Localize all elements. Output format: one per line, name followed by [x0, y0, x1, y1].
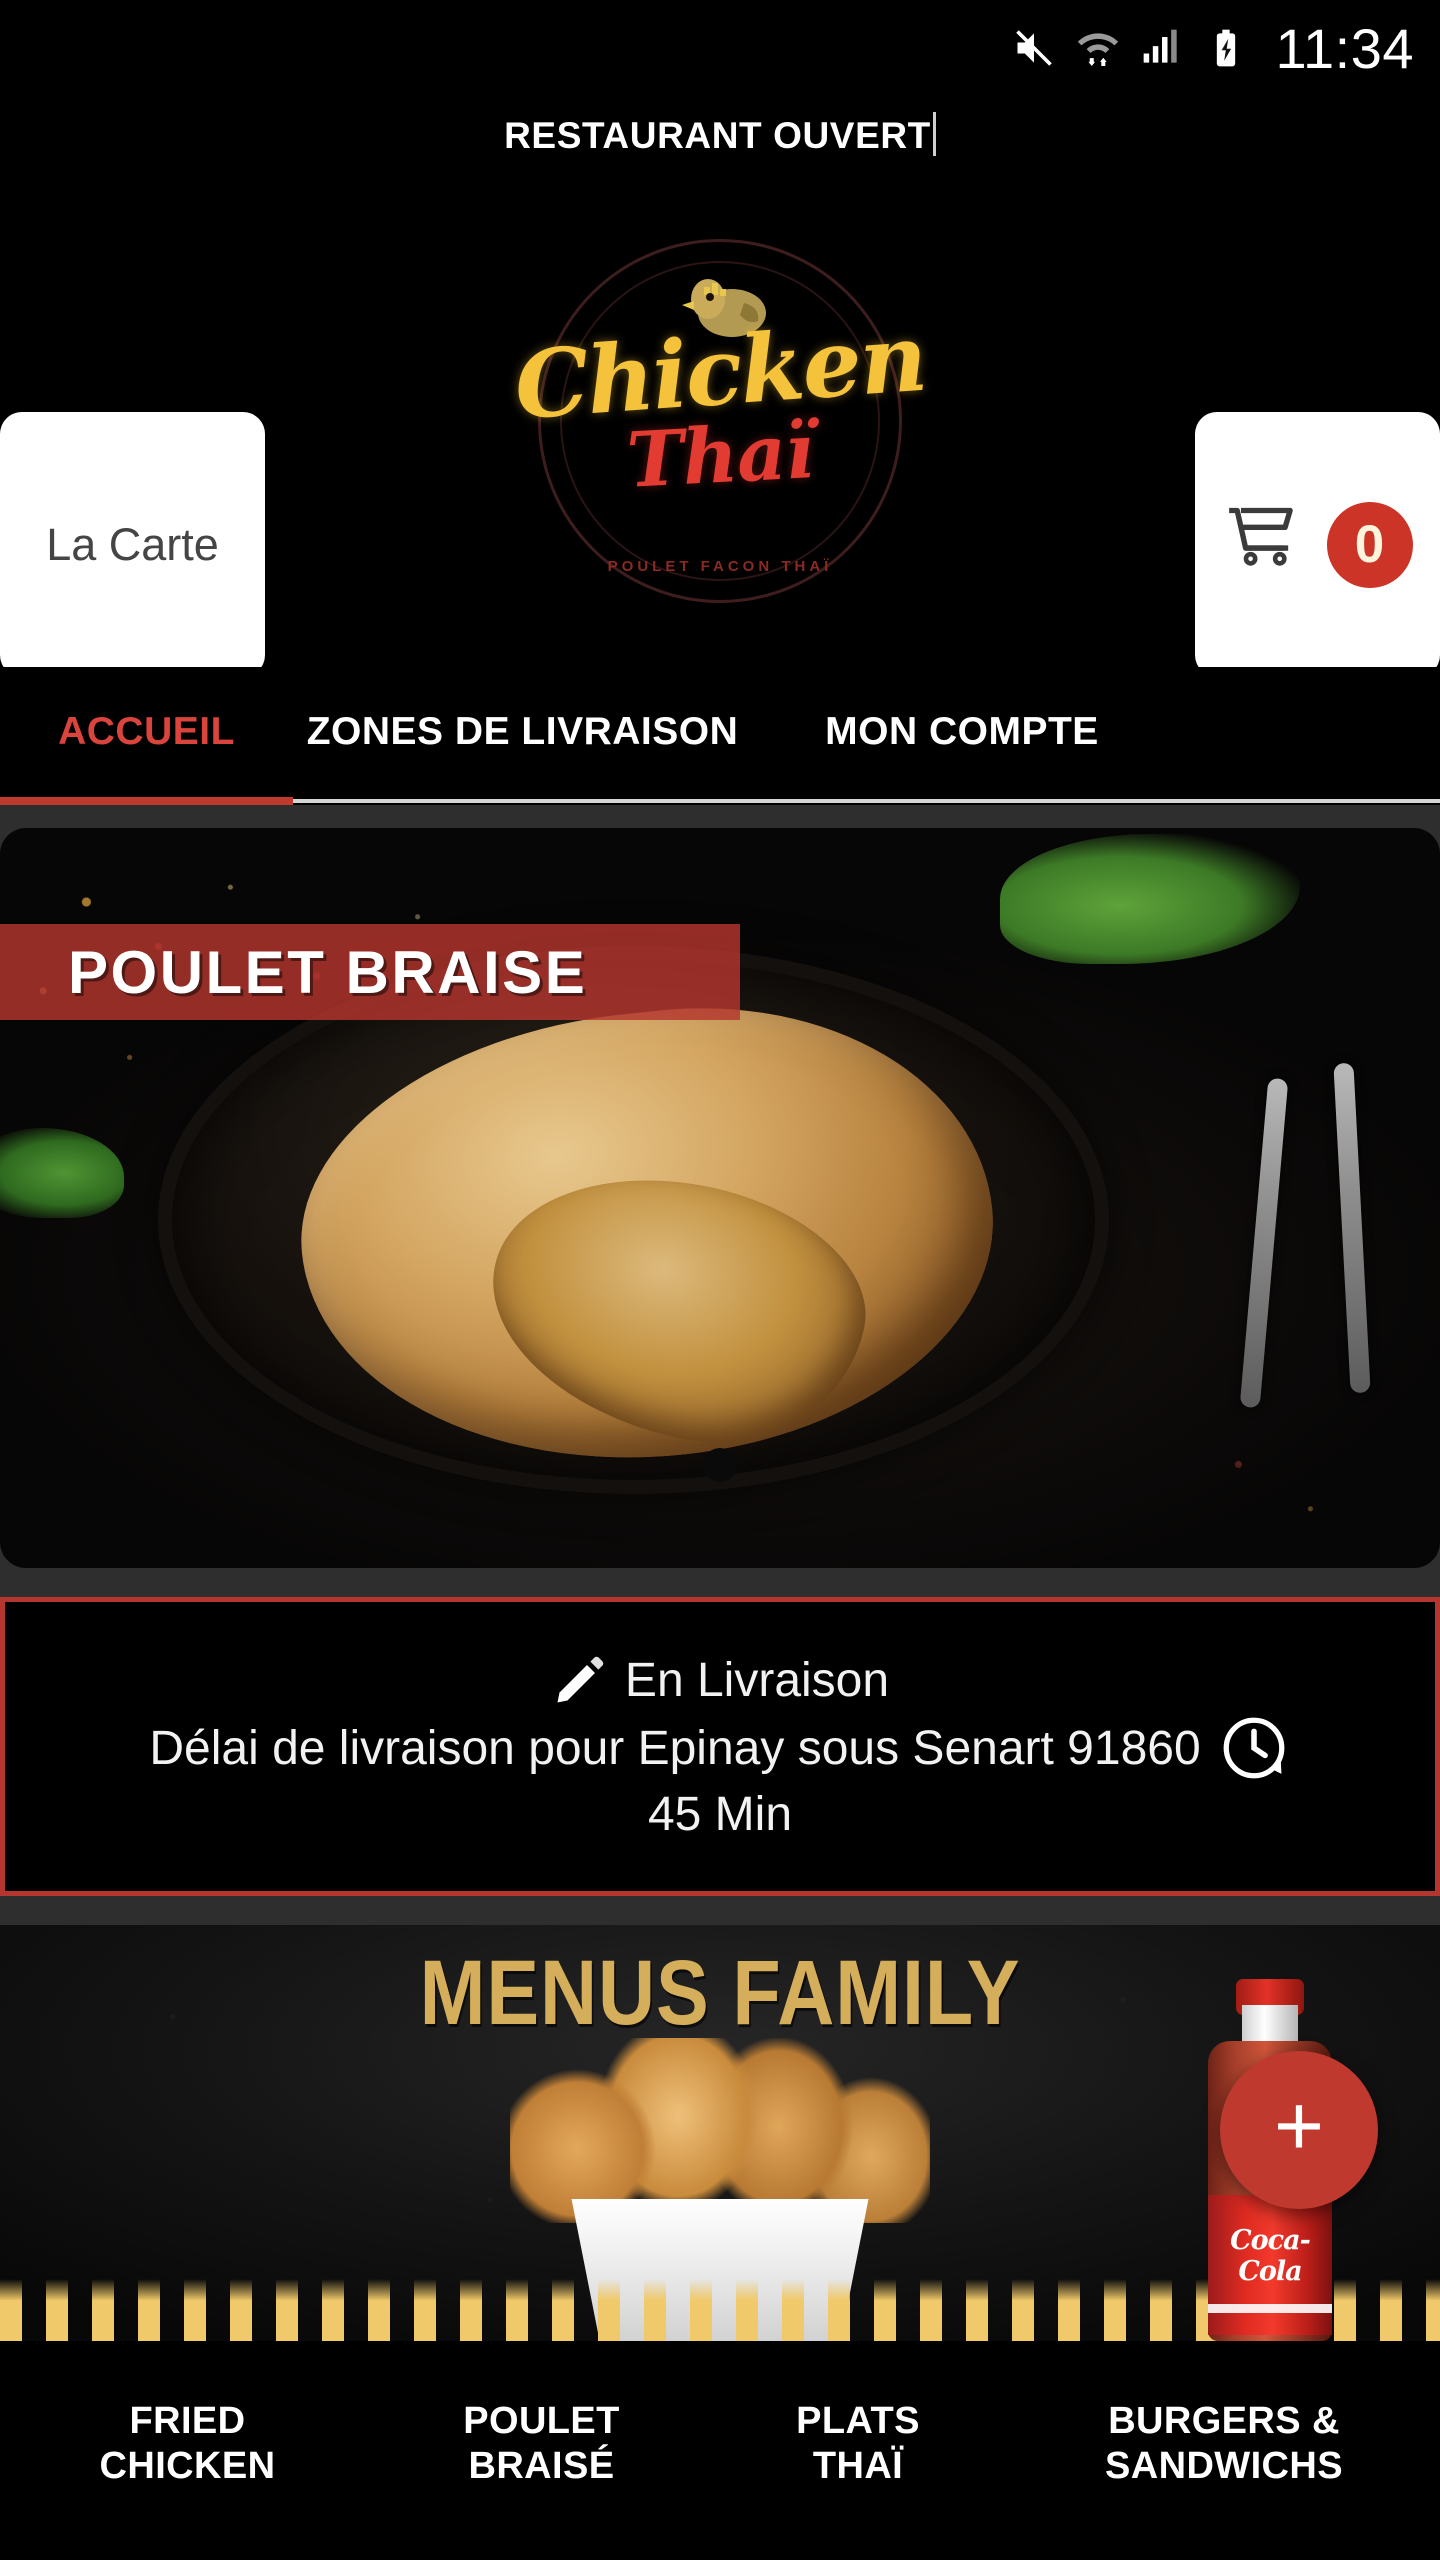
logo-tagline: POULET FACON THAÏ [607, 557, 833, 575]
category-fried-chicken-line2: CHICKEN [99, 2444, 276, 2487]
restaurant-status-text: RESTAURANT OUVERT [504, 115, 931, 156]
category-fried-chicken[interactable]: FRIED CHICKEN [0, 2341, 375, 2489]
delivery-zone-text: Délai de livraison pour Epinay sous Sena… [149, 1721, 1201, 1775]
tab-zones-de-livraison[interactable]: ZONES DE LIVRAISON [293, 667, 752, 797]
hero-title-band: POULET BRAISE [0, 924, 740, 1020]
text-caret-icon [932, 112, 936, 156]
delivery-status-row: En Livraison [5, 1651, 1435, 1709]
tab-active-indicator [0, 797, 293, 805]
cola-brand-script: Coca-Cola [1230, 2225, 1311, 2287]
carousel-page-dot[interactable] [703, 1448, 737, 1482]
restaurant-status-banner: RESTAURANT OUVERT [0, 96, 1440, 176]
category-plats-thai[interactable]: PLATS THAÏ [708, 2341, 1008, 2489]
la-carte-label: La Carte [46, 518, 219, 570]
app-header: Chicken Thaï POULET FACON THAÏ La Carte … [0, 176, 1440, 843]
logo-word-thai: Thaï [624, 405, 816, 505]
brand-logo: Chicken Thaï POULET FACON THAÏ [511, 221, 929, 621]
category-poulet-braise-line2: BRAISÉ [468, 2444, 615, 2487]
app-root: 11:34 RESTAURANT OUVERT Chicken Thaï POU… [0, 0, 1440, 2560]
category-poulet-braise-line1: POULET [463, 2400, 620, 2442]
wifi-icon [1077, 33, 1118, 66]
cart-count-badge: 0 [1326, 501, 1413, 588]
signal-icon [1143, 29, 1177, 63]
status-bar: 11:34 [0, 0, 1440, 96]
promo-title-text: MENUS FAMILY [419, 1942, 1021, 2044]
status-bar-time: 11:34 [1275, 16, 1414, 80]
category-bar: FRIED CHICKEN POULET BRAISÉ PLATS THAÏ B… [0, 2341, 1440, 2560]
battery-charging-icon [1216, 29, 1235, 67]
cart-button[interactable]: 0 [1195, 412, 1440, 677]
promo-fried-chicken [510, 2038, 930, 2223]
category-poulet-braise[interactable]: POULET BRAISÉ [375, 2341, 708, 2489]
category-burgers-sandwichs-line1: BURGERS & [1108, 2400, 1340, 2442]
pencil-edit-icon[interactable] [551, 1651, 609, 1709]
tab-rail [293, 799, 1440, 803]
delivery-zone-row: Délai de livraison pour Epinay sous Sena… [5, 1711, 1435, 1785]
delivery-time-row: 45 Min [5, 1787, 1435, 1842]
mute-icon [1015, 30, 1052, 66]
delivery-time-text: 45 Min [647, 1788, 793, 1841]
category-fried-chicken-line1: FRIED [129, 2400, 246, 2442]
la-carte-button[interactable]: La Carte [0, 412, 265, 677]
category-burgers-sandwichs-line2: SANDWICHS [1105, 2444, 1343, 2487]
tab-accueil[interactable]: ACCUEIL [0, 667, 293, 797]
add-to-cart-fab[interactable]: + [1220, 2051, 1378, 2209]
category-plats-thai-line1: PLATS [796, 2400, 920, 2442]
category-burgers-sandwichs[interactable]: BURGERS & SANDWICHS [1008, 2341, 1440, 2489]
delivery-info-box[interactable]: En Livraison Délai de livraison pour Epi… [0, 1597, 1440, 1896]
clock-history-icon [1223, 1717, 1285, 1779]
cola-white-stripe [1208, 2304, 1332, 2313]
hero-carousel[interactable]: POULET BRAISE [0, 828, 1440, 1568]
promo-menus-family-card[interactable]: MENUS FAMILY Coca-Cola + [0, 1925, 1440, 2341]
hero-title-text: POULET BRAISE [68, 938, 588, 1006]
shopping-cart-icon [1228, 507, 1293, 566]
tab-mon-compte[interactable]: MON COMPTE [752, 667, 1172, 797]
delivery-status-text: En Livraison [624, 1653, 890, 1707]
category-plats-thai-line2: THAÏ [812, 2444, 904, 2487]
main-tab-bar: ACCUEIL ZONES DE LIVRAISON MON COMPTE [0, 667, 1440, 805]
plus-icon: + [1273, 2078, 1325, 2174]
